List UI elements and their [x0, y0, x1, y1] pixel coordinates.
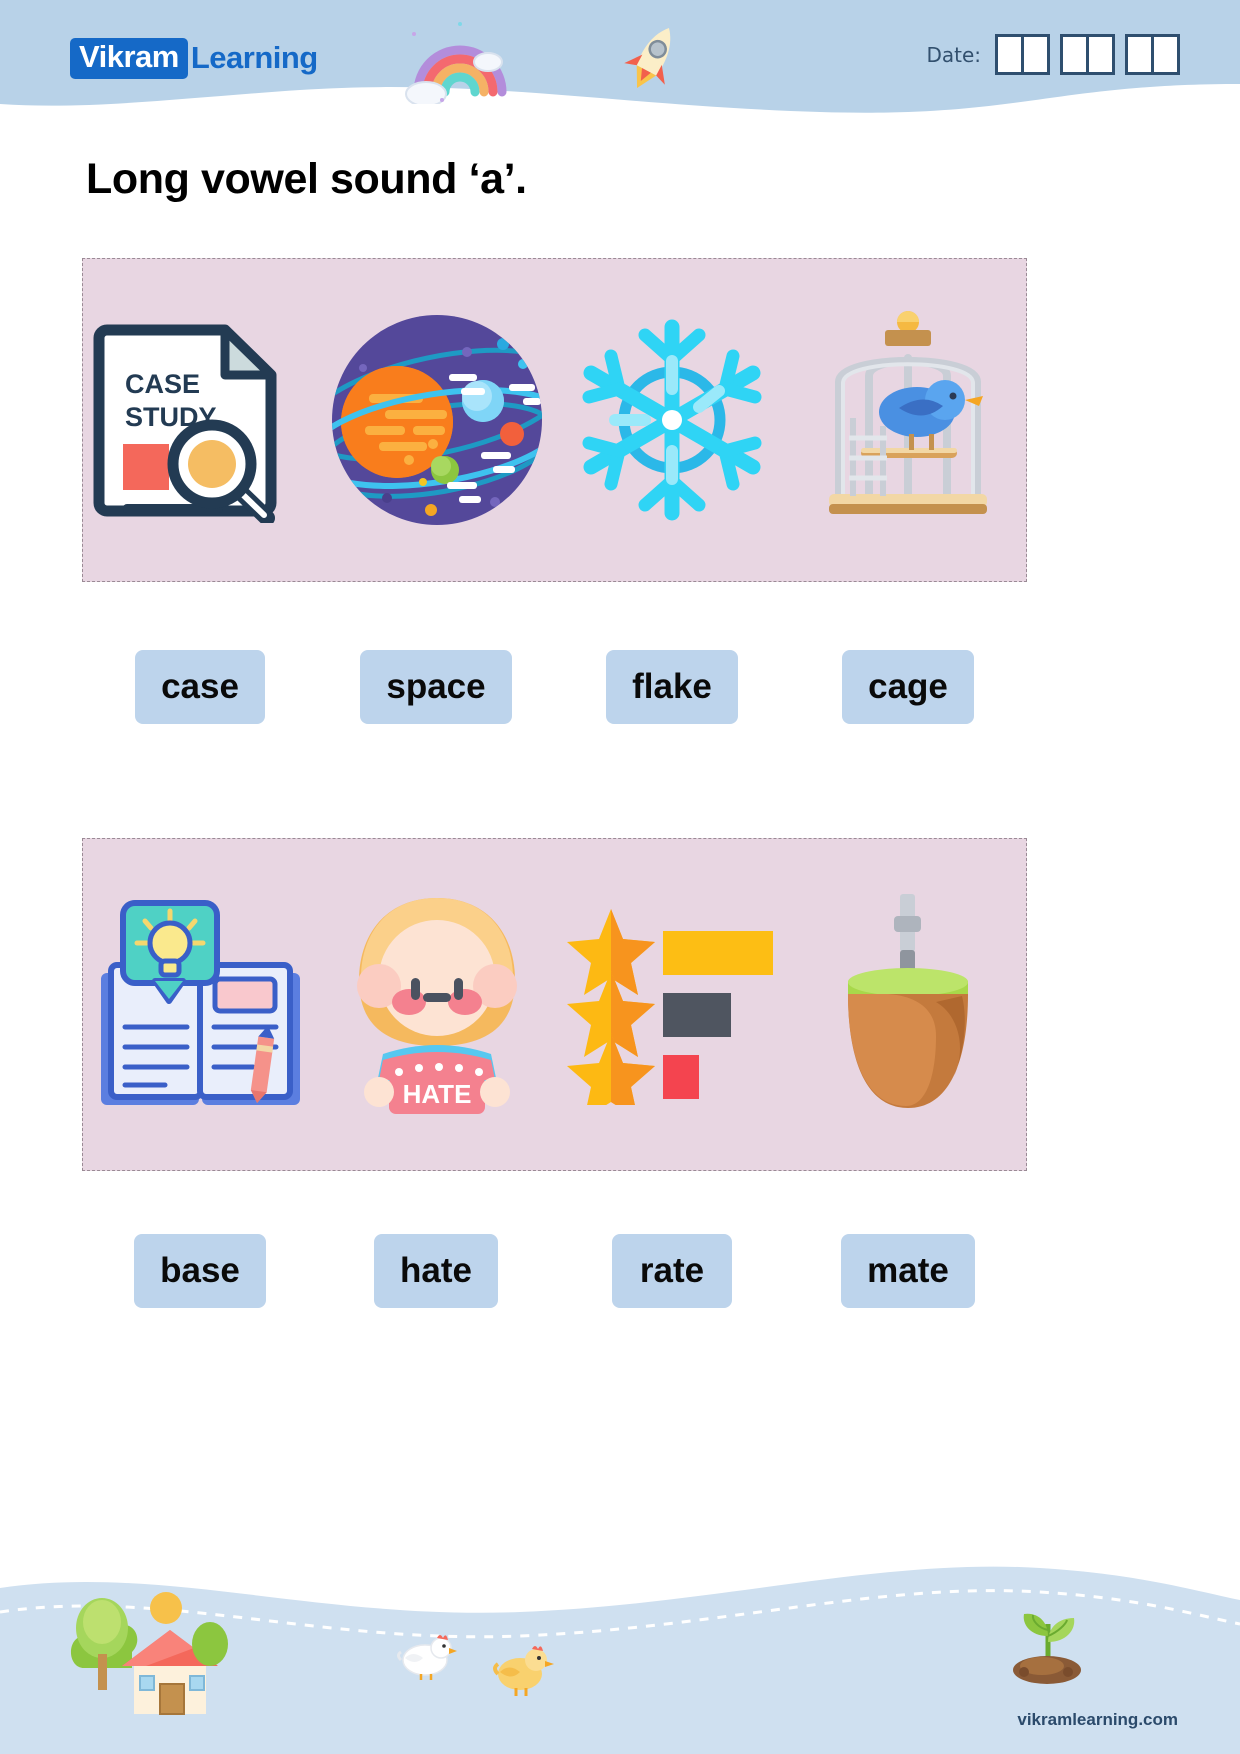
star-rating-icon [567, 908, 774, 1105]
date-group-day[interactable] [995, 34, 1050, 75]
chicken-icon [397, 1635, 457, 1680]
word-box-mate[interactable]: mate [841, 1233, 975, 1309]
picture-panel-2: HATE [82, 838, 1027, 1171]
word-box-space[interactable]: space [360, 649, 512, 725]
picture-knowledge-base [83, 839, 319, 1170]
date-group-month[interactable] [1060, 34, 1115, 75]
word-box-hate[interactable]: hate [374, 1233, 498, 1309]
word-bank-row-1: case space flake cage [82, 638, 1027, 736]
word-box-rate[interactable]: rate [612, 1233, 732, 1309]
picture-panel-1: CASE STUDY [82, 258, 1027, 582]
picture-space [319, 259, 555, 581]
date-cell[interactable] [1151, 34, 1180, 75]
word-slot: rate [554, 1222, 790, 1320]
chicken-icon [493, 1646, 554, 1696]
birdcage-icon [829, 310, 988, 514]
page-header: Vikram Learning Date: [0, 0, 1240, 118]
footer-website-url: vikramlearning.com [1017, 1710, 1178, 1729]
date-cell[interactable] [1125, 34, 1154, 75]
word-slot: mate [790, 1222, 1026, 1320]
date-cell[interactable] [1021, 34, 1050, 75]
snowflake-icon [582, 319, 762, 521]
house-tree-icon [70, 1592, 228, 1715]
plant-sprout-icon [1013, 1613, 1081, 1684]
svg-text:HATE: HATE [402, 1079, 471, 1109]
word-slot: hate [318, 1222, 554, 1320]
space-planets-icon [331, 315, 542, 525]
picture-star-rating [555, 839, 791, 1170]
mate-gourd-icon [848, 893, 969, 1108]
rainbow-icon [405, 22, 507, 104]
date-group-year[interactable] [1125, 34, 1180, 75]
word-slot: flake [554, 638, 790, 736]
word-slot: space [318, 638, 554, 736]
word-slot: base [82, 1222, 318, 1320]
word-box-case[interactable]: case [135, 649, 265, 725]
word-box-base[interactable]: base [134, 1233, 266, 1309]
picture-snowflake [555, 259, 791, 581]
picture-mate-gourd [790, 839, 1026, 1170]
logo-word-text: Learning [190, 40, 318, 75]
case-study-document-icon: CASE STUDY [93, 324, 277, 523]
knowledge-base-book-icon [101, 899, 301, 1105]
rocket-icon [624, 27, 671, 89]
word-box-cage[interactable]: cage [842, 649, 974, 725]
date-cell[interactable] [1086, 34, 1115, 75]
date-cell[interactable] [1060, 34, 1089, 75]
girl-hate-sign-icon: HATE [356, 897, 517, 1114]
brand-logo: Vikram Learning [70, 38, 318, 79]
logo-mark-text: Vikram [70, 38, 188, 79]
date-field[interactable]: Date: [926, 34, 1180, 75]
picture-birdcage [790, 259, 1026, 581]
word-slot: case [82, 638, 318, 736]
word-bank-row-2: base hate rate mate [82, 1222, 1027, 1320]
word-slot: cage [790, 638, 1026, 736]
date-cell[interactable] [995, 34, 1024, 75]
page-title: Long vowel sound ‘a’. [86, 155, 527, 203]
word-box-flake[interactable]: flake [606, 649, 738, 725]
picture-case-study: CASE STUDY [83, 259, 319, 581]
svg-text:CASE: CASE [125, 369, 200, 399]
page-footer: vikramlearning.com [0, 1524, 1240, 1754]
picture-girl-hate: HATE [319, 839, 555, 1170]
date-label: Date: [926, 42, 981, 67]
